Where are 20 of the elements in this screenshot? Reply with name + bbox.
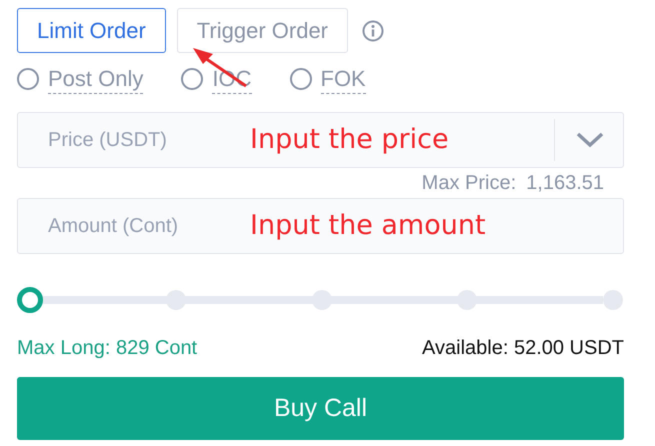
radio-button[interactable]: [181, 68, 204, 90]
annotation-text: Input the amount: [250, 210, 486, 241]
slider-stop[interactable]: [603, 290, 623, 310]
order-tab[interactable]: Trigger Order: [176, 8, 348, 53]
max-price-label: Max Price:: [422, 172, 516, 194]
max-price-value: 1,163.51: [526, 172, 604, 194]
radio-button[interactable]: [290, 68, 312, 90]
price-field[interactable]: Price (USDT): [48, 128, 228, 152]
max-long-text: Max Long: 829 Cont: [17, 337, 198, 360]
option-label[interactable]: FOK: [320, 64, 366, 94]
amount-field[interactable]: Amount (Cont): [48, 214, 228, 238]
buy-call-button[interactable]: Buy Call: [17, 377, 624, 440]
info-icon[interactable]: [362, 20, 384, 42]
radio-button[interactable]: [17, 68, 39, 90]
order-tab[interactable]: Limit Order: [17, 8, 166, 53]
available-balance: Available: 52.00 USDT: [422, 337, 624, 360]
option-label[interactable]: Post Only: [48, 64, 144, 94]
chevron-down-icon[interactable]: [575, 131, 605, 149]
slider-thumb[interactable]: [17, 287, 43, 313]
annotation-text: Input the price: [250, 124, 449, 155]
